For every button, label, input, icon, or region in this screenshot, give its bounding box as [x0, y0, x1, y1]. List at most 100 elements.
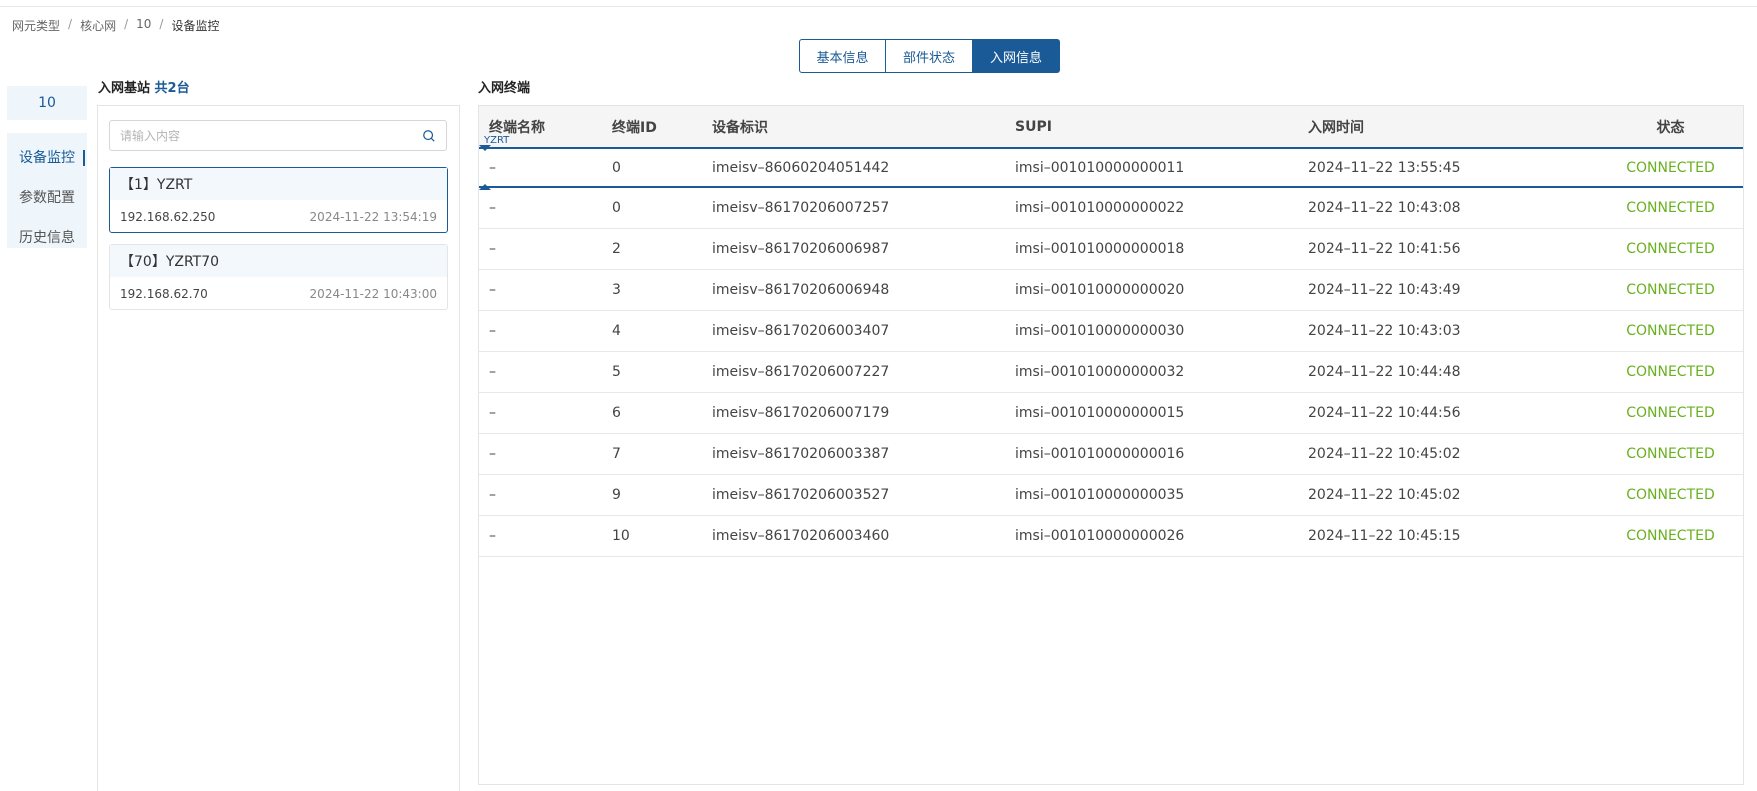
- cell-name: –: [489, 200, 496, 216]
- breadcrumb-item[interactable]: 核心网: [80, 17, 116, 34]
- cell-imei: imeisv–86170206003387: [712, 446, 890, 462]
- cell-name: –: [489, 528, 496, 544]
- cell-id: 5: [612, 364, 621, 380]
- cell-name: –: [489, 446, 496, 462]
- device-id-label: 10: [7, 86, 87, 120]
- nav-item-device-monitor[interactable]: 设备监控: [7, 137, 87, 177]
- station-name: 【70】YZRT70: [110, 245, 447, 277]
- tab-bar: 基本信息 部件状态 入网信息: [799, 39, 1060, 73]
- terminals-title: 入网终端: [478, 81, 531, 96]
- cell-id: 0: [612, 159, 621, 176]
- cell-imei: imeisv–86170206007257: [712, 200, 890, 216]
- cell-status: CONNECTED: [1626, 241, 1715, 257]
- cell-imei: imeisv–86170206003527: [712, 487, 890, 503]
- cell-status: CONNECTED: [1626, 487, 1715, 503]
- station-info: 192.168.62.70 2024-11-22 10:43:00: [110, 277, 447, 310]
- cell-name: –: [489, 487, 496, 503]
- station-ip: 192.168.62.250: [120, 209, 216, 224]
- cell-time: 2024–11–22 10:44:48: [1308, 364, 1461, 380]
- nav-item-parameter-config[interactable]: 参数配置: [7, 177, 87, 217]
- breadcrumb-separator: /: [124, 17, 129, 31]
- table-row[interactable]: – 10 imeisv–86170206003460 imsi–00101000000…: [479, 516, 1743, 557]
- station-info: 192.168.62.250 2024-11-22 13:54:19: [110, 200, 447, 233]
- cell-time: 2024–11–22 10:45:02: [1308, 487, 1461, 503]
- station-panel: 【1】YZRT 192.168.62.250 2024-11-22 13:54:…: [97, 105, 460, 791]
- top-border: [0, 0, 1757, 7]
- cell-id: 2: [612, 241, 621, 257]
- cell-name: –: [489, 323, 496, 339]
- table-row[interactable]: – 0 imeisv–86060204051442 imsi–001010000000…: [479, 145, 1743, 190]
- breadcrumb-current: 设备监控: [171, 19, 220, 33]
- cell-imei: imeisv–86060204051442: [712, 159, 890, 176]
- tab-basic-info[interactable]: 基本信息: [799, 39, 886, 73]
- cell-supi: imsi–001010000000030: [1015, 323, 1185, 339]
- stations-title: 入网基站 共2台: [98, 77, 190, 96]
- cell-supi: imsi–001010000000011: [1015, 159, 1185, 176]
- cell-time: 2024–11–22 10:45:15: [1308, 528, 1461, 544]
- tab-network-access-info[interactable]: 入网信息: [973, 39, 1060, 73]
- table-row[interactable]: – 7 imeisv–86170206003387 imsi–001010000000…: [479, 434, 1743, 475]
- cell-status: CONNECTED: [1626, 364, 1715, 380]
- column-header: 设备标识: [712, 119, 768, 136]
- column-header: 状态: [1656, 119, 1685, 136]
- station-search-input[interactable]: [120, 128, 422, 143]
- cell-id: 10: [612, 528, 630, 544]
- table-row[interactable]: – 2 imeisv–86170206006987 imsi–001010000000…: [479, 229, 1743, 270]
- breadcrumb-item[interactable]: 网元类型: [12, 17, 60, 34]
- table-row[interactable]: – 9 imeisv–86170206003527 imsi–001010000000…: [479, 475, 1743, 516]
- column-header: SUPI: [1015, 118, 1052, 135]
- cell-supi: imsi–001010000000015: [1015, 405, 1185, 421]
- cell-name: –: [489, 364, 496, 380]
- cell-supi: imsi–001010000000020: [1015, 282, 1185, 298]
- cell-supi: imsi–001010000000032: [1015, 364, 1185, 380]
- cell-status: CONNECTED: [1626, 282, 1715, 298]
- stations-title-text: 入网基站: [98, 81, 151, 96]
- station-ip: 192.168.62.70: [120, 286, 208, 301]
- table-row[interactable]: – 4 imeisv–86170206003407 imsi–001010000000…: [479, 311, 1743, 352]
- column-header: 入网时间: [1308, 119, 1364, 136]
- tab-component-status[interactable]: 部件状态: [886, 39, 973, 73]
- cell-id: 4: [612, 323, 621, 339]
- cell-time: 2024–11–22 10:43:49: [1308, 282, 1461, 298]
- nav-list: 设备监控 参数配置 历史信息: [7, 133, 87, 248]
- station-card[interactable]: 【1】YZRT 192.168.62.250 2024-11-22 13:54:…: [109, 167, 448, 233]
- table-body: – 0 imeisv–86060204051442 imsi–001010000000…: [479, 145, 1743, 557]
- table-row[interactable]: – 3 imeisv–86170206006948 imsi–001010000000…: [479, 270, 1743, 311]
- terminal-table: 终端名称 终端ID 设备标识 SUPI 入网时间 状态 YZRT – 0 imeis…: [478, 105, 1744, 785]
- cell-imei: imeisv–86170206003460: [712, 528, 890, 544]
- cell-imei: imeisv–86170206007227: [712, 364, 890, 380]
- station-card[interactable]: 【70】YZRT70 192.168.62.70 2024-11-22 10:4…: [109, 244, 448, 310]
- cell-supi: imsi–001010000000022: [1015, 200, 1185, 216]
- cell-name: –: [489, 159, 496, 176]
- station-name: 【1】YZRT: [110, 168, 447, 200]
- cell-supi: imsi–001010000000016: [1015, 446, 1185, 462]
- cell-status: CONNECTED: [1626, 200, 1715, 216]
- cell-status: CONNECTED: [1626, 405, 1715, 421]
- cell-time: 2024–11–22 10:41:56: [1308, 241, 1461, 257]
- cell-status: CONNECTED: [1626, 446, 1715, 462]
- breadcrumb-separator: /: [68, 17, 73, 31]
- cell-time: 2024–11–22 10:43:08: [1308, 200, 1461, 216]
- row-marker-top: [479, 145, 491, 151]
- table-row[interactable]: – 0 imeisv–86170206007257 imsi–001010000000…: [479, 188, 1743, 229]
- cell-id: 3: [612, 282, 621, 298]
- cell-id: 0: [612, 200, 621, 216]
- breadcrumb-separator: /: [159, 17, 164, 31]
- table-header: 终端名称 终端ID 设备标识 SUPI 入网时间 状态 YZRT: [479, 106, 1743, 147]
- breadcrumb-item[interactable]: 10: [136, 17, 151, 34]
- cell-imei: imeisv–86170206003407: [712, 323, 890, 339]
- table-row[interactable]: – 6 imeisv–86170206007179 imsi–001010000000…: [479, 393, 1743, 434]
- cell-time: 2024–11–22 10:45:02: [1308, 446, 1461, 462]
- cell-status: CONNECTED: [1626, 323, 1715, 339]
- cell-time: 2024–11–22 13:55:45: [1308, 159, 1461, 176]
- search-icon[interactable]: [422, 129, 436, 143]
- cell-name: –: [489, 405, 496, 421]
- cell-time: 2024–11–22 10:43:03: [1308, 323, 1461, 339]
- stations-count: 共2台: [154, 81, 190, 96]
- cell-status: CONNECTED: [1626, 528, 1715, 544]
- nav-item-history[interactable]: 历史信息: [7, 217, 87, 257]
- table-row[interactable]: – 5 imeisv–86170206007227 imsi–001010000000…: [479, 352, 1743, 393]
- breadcrumb: 网元类型 / 核心网 / 10 / 设备监控: [12, 17, 219, 34]
- cell-imei: imeisv–86170206006948: [712, 282, 890, 298]
- cell-supi: imsi–001010000000018: [1015, 241, 1185, 257]
